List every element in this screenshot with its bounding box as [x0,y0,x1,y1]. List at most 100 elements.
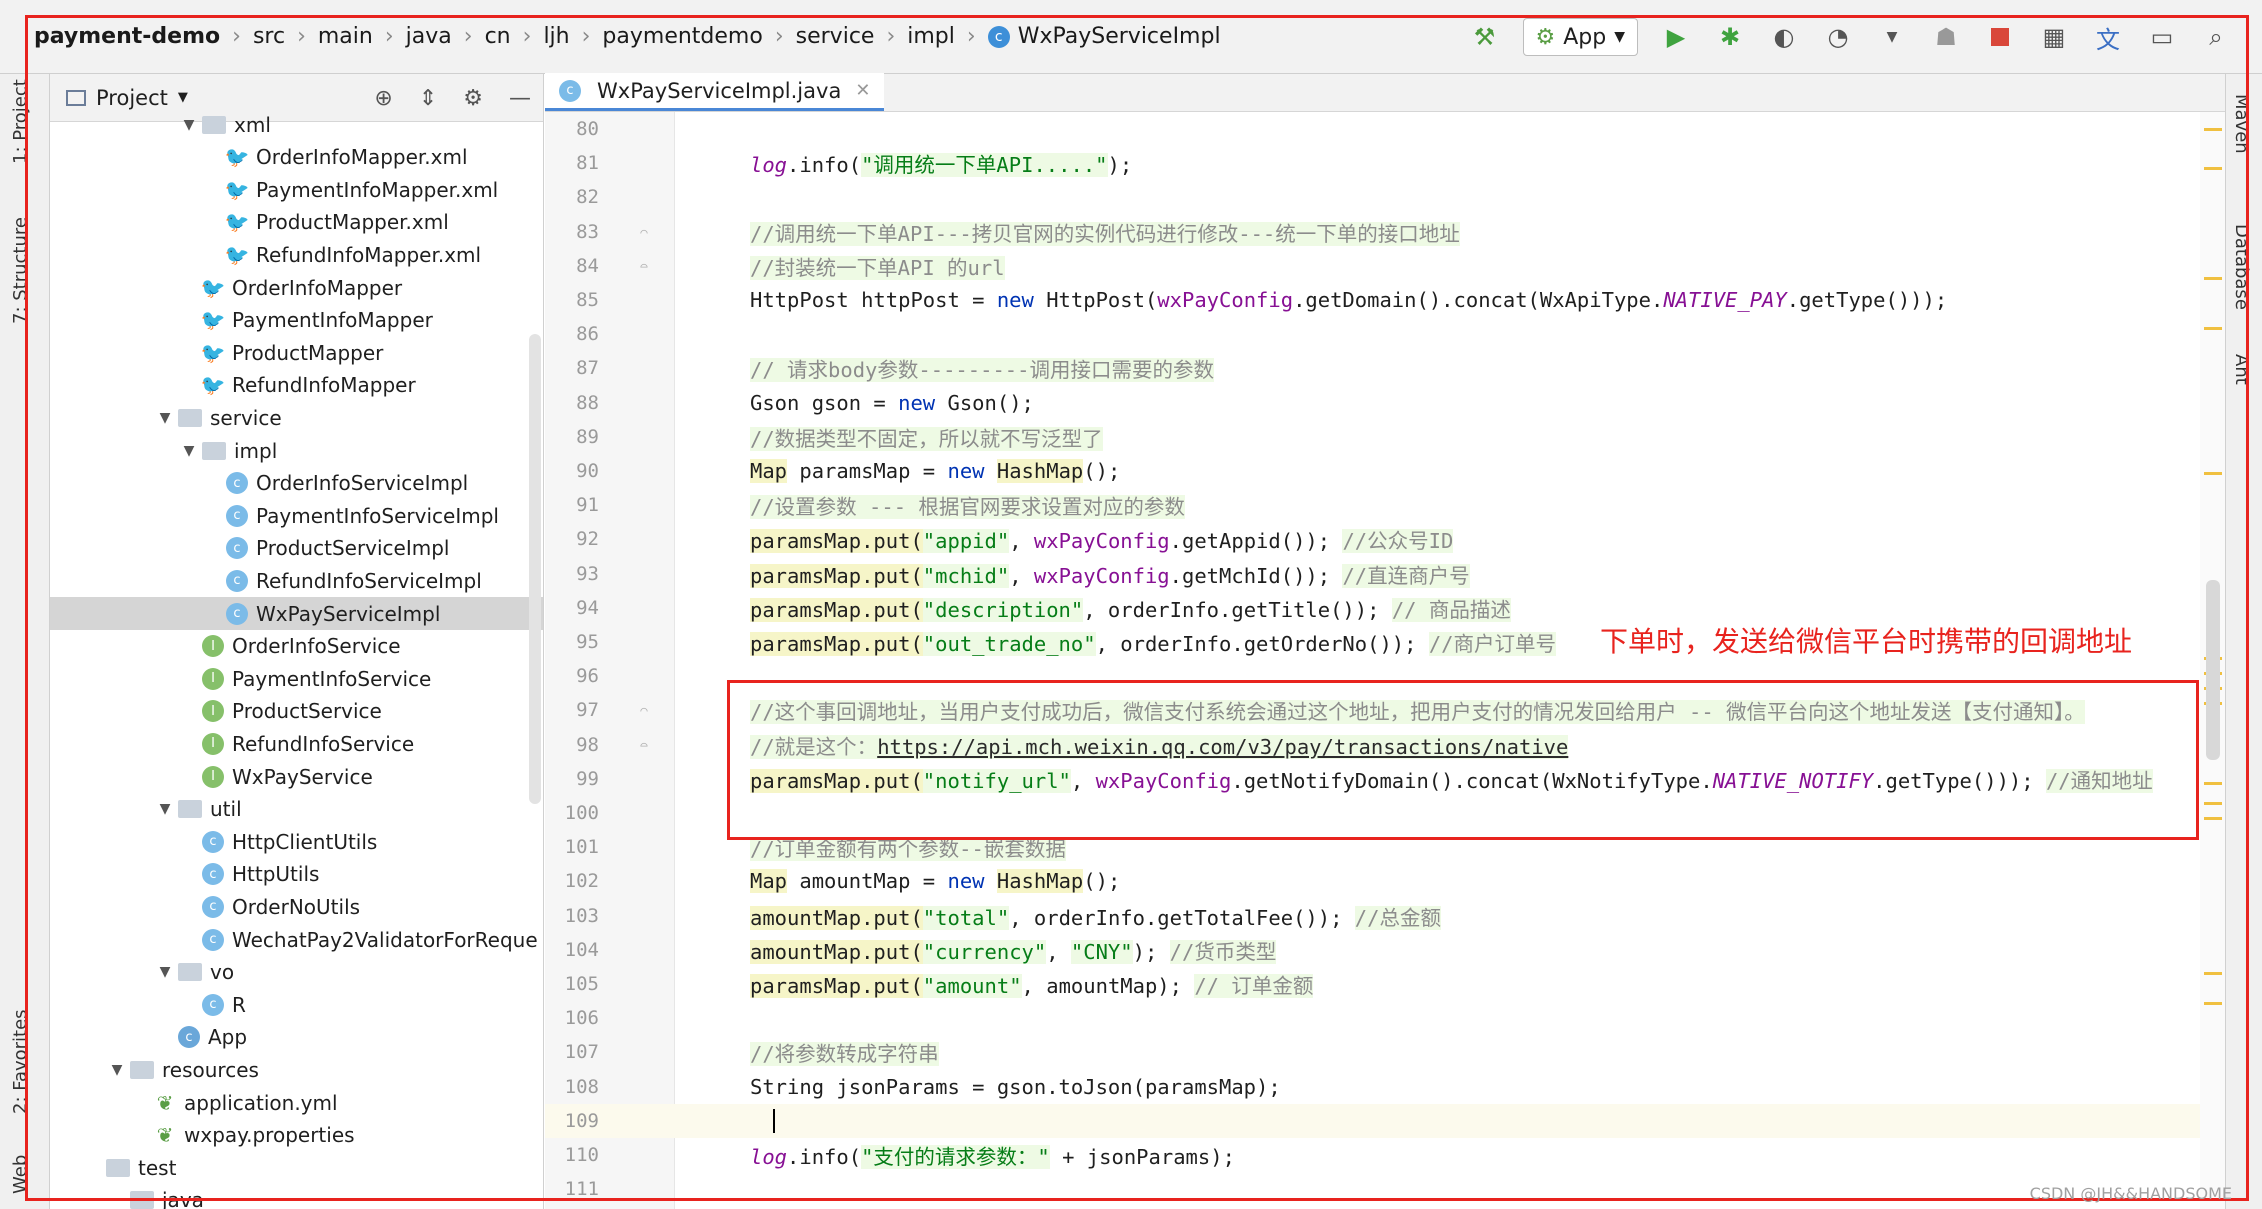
search-icon[interactable]: ⌕ [2200,21,2232,53]
code-line[interactable]: 83 ⌒ //调用统一下单API---拷贝官网的实例代码进行修改---统一下单的接口… [545,215,2225,249]
tree-item[interactable]: ❦ application.yml [50,1086,543,1119]
tool-tab-database[interactable]: Database [2231,224,2252,310]
tool-tab-project[interactable]: 1: Project [10,79,31,164]
attach-icon[interactable]: ☗ [1930,21,1962,53]
breadcrumb-item[interactable]: src [253,24,285,49]
tree-item[interactable]: cR [50,988,543,1021]
tree-item[interactable]: ▼ impl [50,434,543,467]
code-line[interactable]: 104 amountMap.put("currency", "CNY"); //货… [545,933,2225,967]
debug-icon[interactable]: ✱ [1714,21,1746,53]
tree-item[interactable]: I OrderInfoService [50,630,543,663]
warning-marker[interactable] [2204,277,2222,280]
project-tree-scrollbar[interactable] [529,334,541,804]
tree-item[interactable]: c PaymentInfoServiceImpl [50,499,543,532]
coverage-icon[interactable]: ◐ [1768,21,1800,53]
warning-marker[interactable] [2204,782,2222,785]
code-line[interactable]: 105 paramsMap.put("amount", amountMap); /… [545,967,2225,1001]
locate-target-icon[interactable]: ⊕ [374,86,392,111]
tree-item[interactable]: ▼ resources [50,1053,543,1086]
warning-marker[interactable] [2204,802,2222,805]
tree-item[interactable]: ▼ util [50,793,543,826]
tree-item[interactable]: c RefundInfoServiceImpl [50,564,543,597]
tree-item[interactable]: 🐦 PaymentInfoMapper.xml [50,173,543,206]
tree-item[interactable]: I PaymentInfoService [50,662,543,695]
editor-scrollbar[interactable] [2206,580,2220,760]
fold-marker-icon[interactable]: ⌓ [633,738,655,752]
tool-tab-ant[interactable]: Ant [2231,354,2252,385]
breadcrumb-item[interactable]: cn [485,24,511,49]
more-run-chevron-icon[interactable]: ▼ [1876,21,1908,53]
warning-marker[interactable] [2204,327,2222,330]
tree-item[interactable]: 🐦 OrderInfoMapper [50,271,543,304]
code-line[interactable]: 106 [545,1001,2225,1035]
breadcrumb-item[interactable]: impl [907,24,955,49]
breadcrumb-item[interactable]: WxPayServiceImpl [1018,24,1221,49]
code-line[interactable]: 92 paramsMap.put("appid", wxPayConfig.get… [545,522,2225,556]
expand-arrow-icon[interactable]: ▼ [156,964,174,980]
warning-marker[interactable] [2204,1002,2222,1005]
code-line[interactable]: 81 log.info("调用统一下单API....."); [545,146,2225,180]
warning-marker[interactable] [2204,817,2222,820]
tree-item[interactable]: c OrderNoUtils [50,890,543,923]
tree-item[interactable]: java [50,1184,543,1209]
tree-item[interactable]: 🐦 ProductMapper [50,336,543,369]
code-line[interactable]: 109 [545,1103,2225,1138]
tree-item[interactable]: I ProductService [50,695,543,728]
editor-tab-wxpayserviceimpl[interactable]: c WxPayServiceImpl.java ✕ [545,73,885,111]
tree-item[interactable]: 🐦 OrderInfoMapper.xml [50,141,543,174]
tree-item[interactable]: test [50,1151,543,1184]
tree-item[interactable]: 🐦 RefundInfoMapper [50,369,543,402]
breadcrumb-item[interactable]: payment-demo [34,24,220,49]
warning-marker[interactable] [2204,128,2222,131]
code-line[interactable]: 89 //数据类型不固定，所以就不写泛型了 [545,420,2225,454]
run-icon[interactable]: ▶ [1660,21,1692,53]
tree-item[interactable]: c App [50,1021,543,1054]
project-structure-icon[interactable]: ▦ [2038,21,2070,53]
warning-marker[interactable] [2204,167,2222,170]
tree-item[interactable]: c WxPayServiceImpl [50,597,543,630]
code-line[interactable]: 80 [545,112,2225,146]
tree-item[interactable]: 🐦 PaymentInfoMapper [50,304,543,337]
stop-icon[interactable] [1984,21,2016,53]
tree-item[interactable]: I WxPayService [50,760,543,793]
code-line[interactable]: 111 [545,1172,2225,1206]
fold-marker-icon[interactable]: ⌒ [633,225,655,239]
expand-arrow-icon[interactable]: ▼ [156,801,174,817]
tool-tab-maven[interactable]: Maven [2231,94,2252,154]
tree-item[interactable]: 🐦 ProductMapper.xml [50,206,543,239]
tree-item[interactable]: c WechatPay2ValidatorForReque [50,923,543,956]
tree-item[interactable]: ▼ vo [50,956,543,989]
project-view-select[interactable]: Project [96,86,168,110]
code-line[interactable]: 85 HttpPost httpPost = new HttpPost(wxPay… [545,283,2225,317]
code-line[interactable]: 88 Gson gson = new Gson(); [545,386,2225,420]
breadcrumb-item[interactable]: service [796,24,875,49]
code-line[interactable]: 90 Map paramsMap = new HashMap(); [545,454,2225,488]
code-line[interactable]: 102 Map amountMap = new HashMap(); [545,864,2225,898]
code-line[interactable]: 110 log.info("支付的请求参数：" + jsonParams); [545,1138,2225,1172]
expand-arrow-icon[interactable]: ▼ [156,410,174,426]
code-line[interactable]: 87 // 请求body参数---------调用接口需要的参数 [545,351,2225,385]
code-line[interactable]: 86 [545,317,2225,351]
breadcrumb-item[interactable]: main [318,24,373,49]
warning-marker[interactable] [2204,472,2222,475]
tree-item[interactable]: c HttpUtils [50,858,543,891]
tool-tab-favorites[interactable]: 2: Favorites [10,1009,31,1114]
gear-icon[interactable]: ⚙ [463,86,483,111]
breadcrumb-item[interactable]: paymentdemo [602,24,762,49]
code-line[interactable]: 82 [545,180,2225,214]
tree-item[interactable]: 🐦 RefundInfoMapper.xml [50,238,543,271]
expand-arrow-icon[interactable]: ▼ [180,443,198,459]
tree-item[interactable]: I RefundInfoService [50,727,543,760]
build-hammer-icon[interactable]: ⚒ [1469,21,1501,53]
fold-marker-icon[interactable]: ⌒ [633,703,655,717]
expand-arrow-icon[interactable]: ▼ [180,117,198,133]
run-configuration-select[interactable]: ⚙ App ▼ [1522,18,1638,56]
breadcrumb-item[interactable]: ljh [543,24,569,49]
chevron-down-icon[interactable]: ▼ [178,90,188,105]
tree-item[interactable]: c OrderInfoServiceImpl [50,467,543,500]
translate-icon[interactable]: 文 [2092,21,2124,54]
terminal-window-icon[interactable]: ▭ [2146,21,2178,53]
tree-item[interactable]: ▼ xml [50,108,543,141]
tree-item[interactable]: c ProductServiceImpl [50,532,543,565]
profile-icon[interactable]: ◔ [1822,21,1854,53]
